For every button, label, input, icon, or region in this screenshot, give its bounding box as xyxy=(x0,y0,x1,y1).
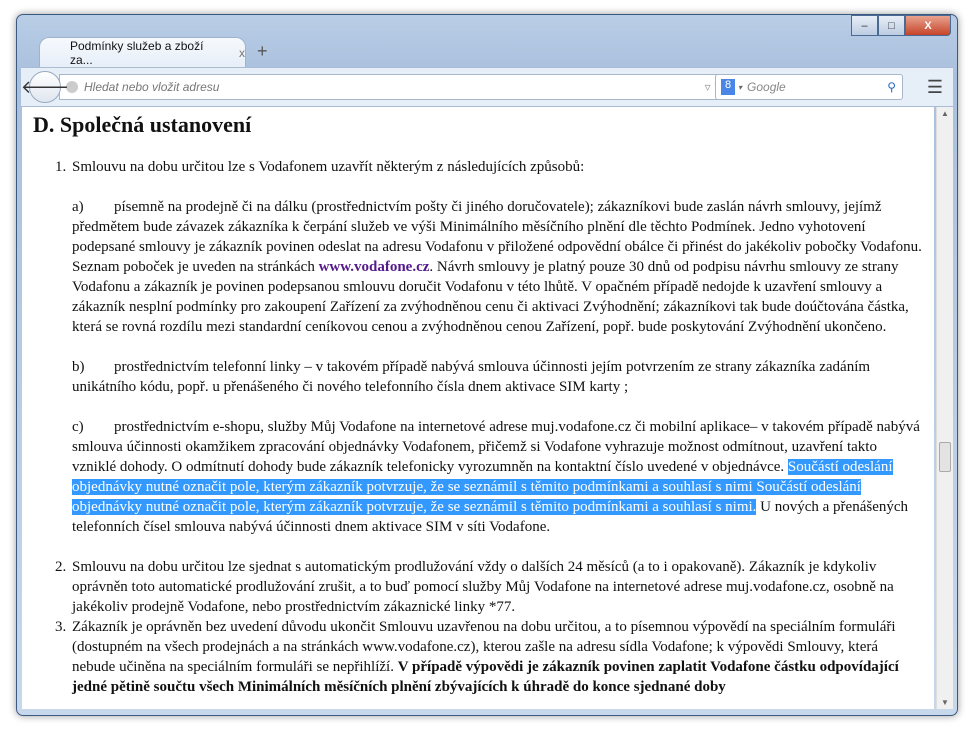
clause-label: b) xyxy=(72,359,85,375)
tab-title: Podmínky služeb a zboží za... xyxy=(70,39,204,67)
vodafone-link[interactable]: www.vodafone.cz xyxy=(319,259,430,275)
tab-active[interactable]: Podmínky služeb a zboží za... x xyxy=(39,37,246,68)
maximize-button[interactable]: □ xyxy=(878,15,905,36)
scroll-down-icon[interactable]: ▼ xyxy=(941,698,949,707)
item1-intro: Smlouvu na dobu určitou lze s Vodafonem … xyxy=(72,159,585,175)
list-item: 1. Smlouvu na dobu určitou lze s Vodafon… xyxy=(55,157,922,537)
google-icon[interactable]: 8 xyxy=(721,79,735,95)
list-item: 2. Smlouvu na dobu určitou lze sjednat s … xyxy=(55,557,922,617)
back-button[interactable]: 🡐 xyxy=(21,71,69,103)
close-window-button[interactable]: X xyxy=(905,15,951,36)
item-number: 1. xyxy=(55,159,67,175)
clause-c: c) prostřednictvím e-shopu, služby Můj Vo… xyxy=(72,417,922,537)
hamburger-menu-icon[interactable]: ☰ xyxy=(927,77,943,98)
new-tab-button[interactable]: + xyxy=(257,41,268,62)
item-text: Smlouvu na dobu určitou lze sjednat s au… xyxy=(72,559,894,615)
search-placeholder: Google xyxy=(747,80,786,94)
navigation-bar: Hledat nebo vložit adresu ▿ ↻ 🡐 8 ▾ Goog… xyxy=(21,67,953,107)
url-bar[interactable]: Hledat nebo vložit adresu ▿ ↻ xyxy=(59,74,731,100)
clause-b: b) prostřednictvím telefonní linky – v ta… xyxy=(72,357,922,397)
url-placeholder: Hledat nebo vložit adresu xyxy=(84,80,220,94)
dropdown-icon: ▾ xyxy=(738,82,743,92)
window-controls: – □ X xyxy=(851,15,951,36)
search-bar[interactable]: 8 ▾ Google ⚲ xyxy=(715,74,903,100)
clause-label: a) xyxy=(72,199,84,215)
clause-text: prostřednictvím telefonní linky – v tako… xyxy=(72,359,871,395)
minimize-button[interactable]: – xyxy=(851,15,878,36)
item-number: 2. xyxy=(55,559,67,575)
vertical-scrollbar[interactable]: ▲ ▼ xyxy=(936,107,953,709)
search-icon[interactable]: ⚲ xyxy=(887,80,896,94)
back-arrow-icon: 🡐 xyxy=(20,76,70,97)
close-tab-icon[interactable]: x xyxy=(239,46,245,60)
list-item: 3. Zákazník je oprávněn bez uvedení důvod… xyxy=(55,617,922,697)
scroll-up-icon[interactable]: ▲ xyxy=(941,109,949,118)
scrollbar-thumb[interactable] xyxy=(939,442,951,472)
section-heading: D. Společná ustanovení xyxy=(33,112,252,137)
clause-label: c) xyxy=(72,419,84,435)
browser-window: – □ X Podmínky služeb a zboží za... x + … xyxy=(16,14,958,716)
clause-a: a) písemně na prodejně či na dálku (prost… xyxy=(72,197,922,337)
item-number: 3. xyxy=(55,619,67,635)
page-content: D. Společná ustanovení 1. Smlouvu na dob… xyxy=(22,107,934,709)
